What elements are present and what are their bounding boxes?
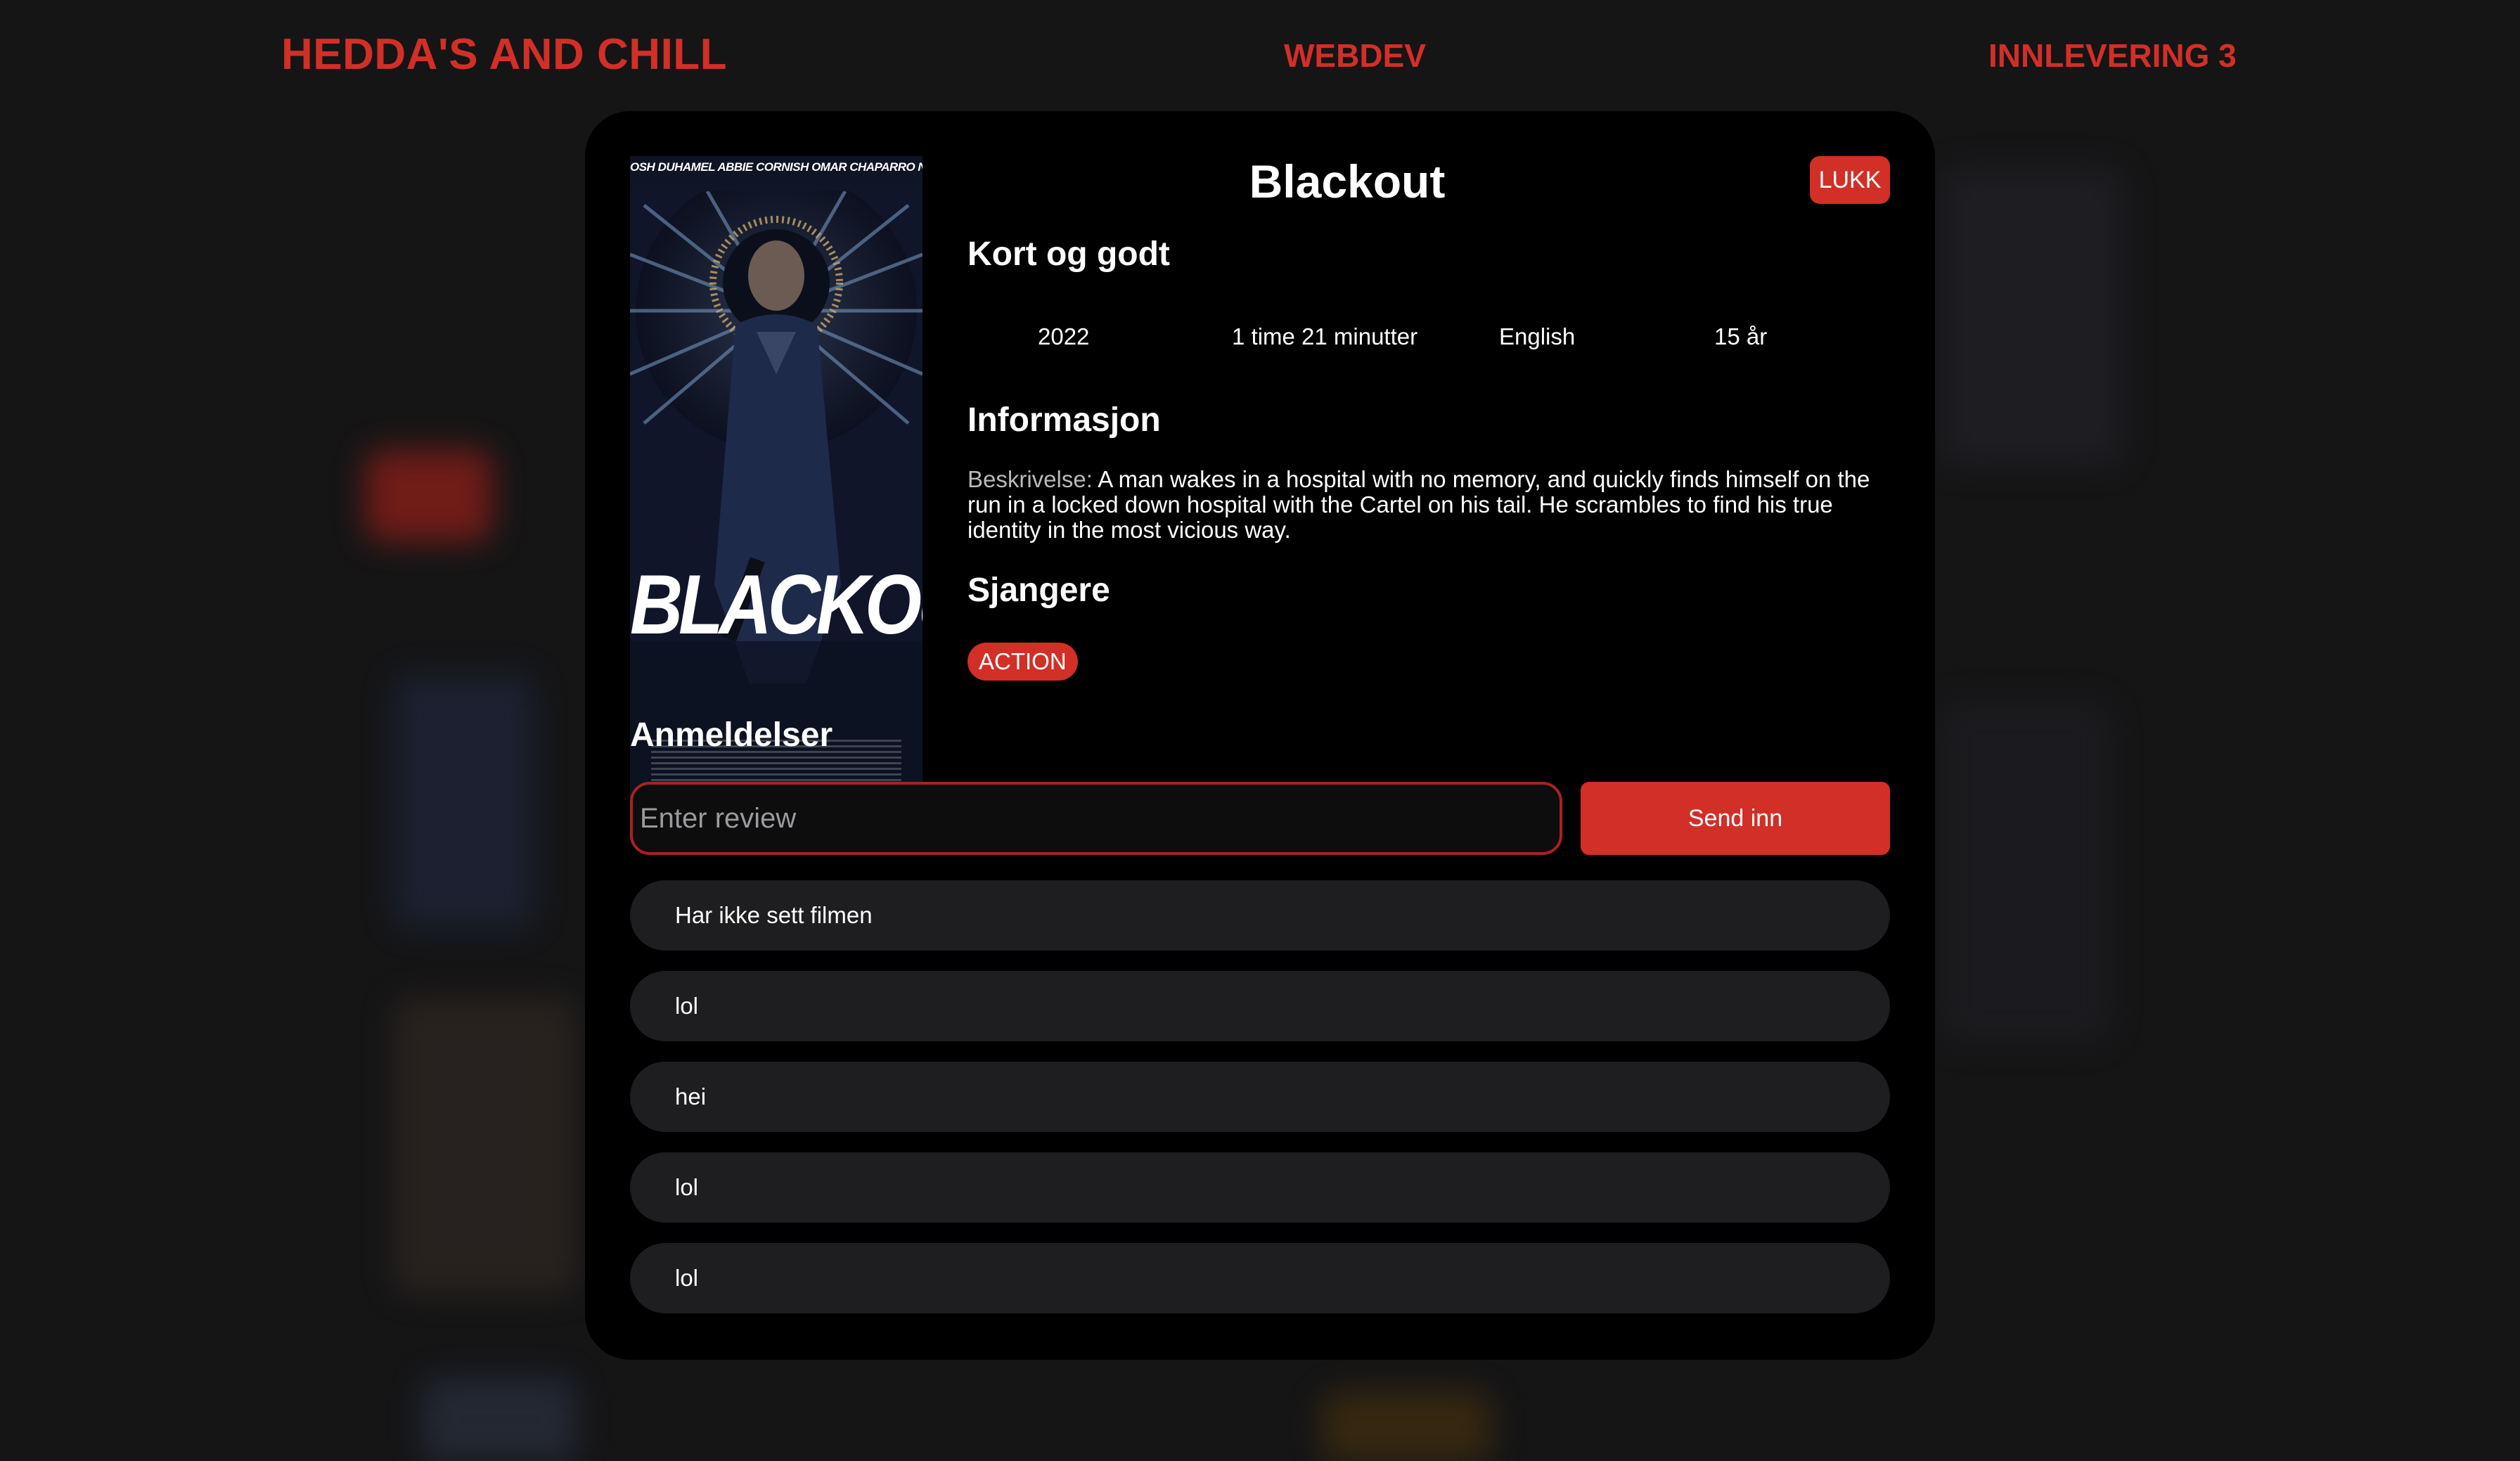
section-heading-info: Informasjon [968,401,1161,439]
section-heading-genres: Sjangere [968,572,1110,609]
poster-cast-text: OSH DUHAMEL ABBIE CORNISH OMAR CHAPARRO … [630,160,922,174]
review-item: lol [630,971,1890,1041]
nav-link-innlevering[interactable]: INNLEVERING 3 [1988,37,2237,75]
poster-title-text: BLACKOUT [630,558,922,652]
close-button[interactable]: LUKK [1810,156,1890,204]
movie-facts: 2022 1 time 21 minutter English 15 år [968,323,1890,359]
nav-link-webdev[interactable]: WEBDEV [1284,37,1426,75]
section-heading-short: Kort og godt [968,236,1170,273]
description-label: Beskrivelse: [968,466,1093,492]
review-item: hei [630,1062,1890,1132]
section-heading-reviews: Anmeldelser [630,716,833,754]
review-item: Har ikke sett filmen [630,880,1890,951]
review-item: lol [630,1243,1890,1313]
fact-year: 2022 [1038,323,1090,349]
submit-review-button[interactable]: Send inn [1581,782,1890,855]
movie-title: Blackout [1249,155,1446,207]
poster-artwork [630,191,922,799]
fact-language: English [1499,323,1576,349]
review-item: lol [630,1152,1890,1223]
brand-title[interactable]: HEDDA'S AND CHILL [281,30,727,79]
genre-tag: ACTION [968,643,1078,681]
fact-age-rating: 15 år [1714,323,1768,349]
movie-detail-modal: OSH DUHAMEL ABBIE CORNISH OMAR CHAPARRO … [585,111,1935,1360]
review-input[interactable] [630,782,1562,855]
top-header: HEDDA'S AND CHILL WEBDEV INNLEVERING 3 [0,0,2520,112]
movie-description: Beskrivelse: A man wakes in a hospital w… [968,467,1903,543]
page: HEDDA'S AND CHILL WEBDEV INNLEVERING 3 O… [0,0,2520,1461]
description-text: A man wakes in a hospital with no memory… [968,466,1870,543]
fact-length: 1 time 21 minutter [1232,323,1418,349]
movie-poster: OSH DUHAMEL ABBIE CORNISH OMAR CHAPARRO … [630,156,922,799]
